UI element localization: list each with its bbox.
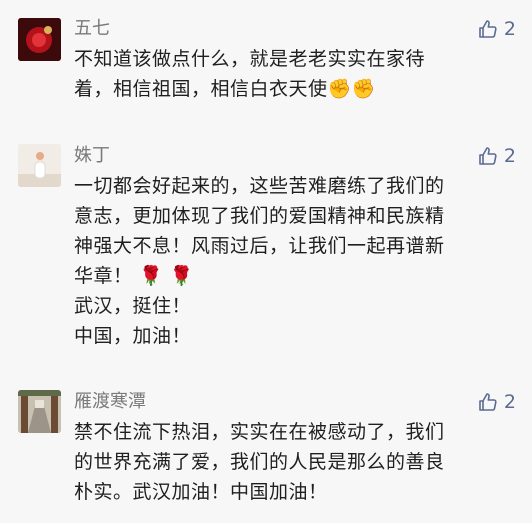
like-count: 2 <box>503 145 516 167</box>
nickname[interactable]: 姝丁 <box>74 145 110 167</box>
comment-text: 禁不住流下热泪，实实在在被感动了，我们 的世界充满了爱，我们的人民是那么的善良 … <box>74 417 514 507</box>
comment-line: 中国，加油！ <box>74 325 192 347</box>
like-count: 2 <box>503 391 516 413</box>
comment-line: 意志，更加体现了我们的爱国精神和民族精 <box>74 205 445 227</box>
comment-line: 禁不住流下热泪，实实在在被感动了，我们 <box>74 421 445 443</box>
thumbs-up-icon <box>478 146 498 166</box>
nickname[interactable]: 雁渡寒潭 <box>74 391 146 413</box>
like-count: 2 <box>503 18 516 40</box>
comment-line: 华章！ 🌹 🌹 <box>74 265 194 287</box>
avatar[interactable] <box>18 18 61 61</box>
like-button[interactable]: 2 <box>478 18 516 40</box>
comment-line: 一切都会好起来的，这些苦难磨练了我们的 <box>74 175 445 197</box>
comment-line: 武汉，挺住！ <box>74 295 192 317</box>
like-button[interactable]: 2 <box>478 145 516 167</box>
avatar[interactable] <box>18 144 61 187</box>
like-button[interactable]: 2 <box>478 391 516 413</box>
comment-line: 神强大不息！风雨过后，让我们一起再谱新 <box>74 235 445 257</box>
thumbs-up-icon <box>478 19 498 39</box>
comment-line: 不知道该做点什么，就是老老实实在家待 <box>74 48 426 70</box>
comment-line: 朴实。武汉加油！中国加油！ <box>74 481 328 503</box>
nickname[interactable]: 五七 <box>74 18 110 40</box>
thumbs-up-icon <box>478 392 498 412</box>
comment-text: 不知道该做点什么，就是老老实实在家待 着，相信祖国，相信白衣天使✊✊ <box>74 44 514 104</box>
avatar[interactable] <box>18 390 61 433</box>
comment-line: 的世界充满了爱，我们的人民是那么的善良 <box>74 451 445 473</box>
comment-line: 着，相信祖国，相信白衣天使✊✊ <box>74 78 376 100</box>
comment-text: 一切都会好起来的，这些苦难磨练了我们的 意志，更加体现了我们的爱国精神和民族精 … <box>74 171 514 351</box>
